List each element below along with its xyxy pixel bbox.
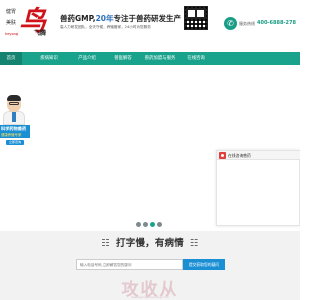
slogan-highlight: 20年 [95,14,114,23]
hotline-number: 400-6888-278 [257,20,296,26]
doctor-consult-card[interactable]: 科学药物兽药 健康养殖专家 立即咨询 [0,94,30,146]
phone-icon: ✆ [224,17,237,30]
header-slogan: 兽药GMP,20年专注于兽药研发生产 [60,13,181,24]
doctor-illustration-glasses [9,102,19,105]
grid-icon: ☷ [101,238,111,249]
watermark-url: www.gongshoucong.com [131,295,169,299]
doctor-illustration-hair [7,95,21,101]
doctor-consult-button[interactable]: 立即咨询 [6,140,24,145]
nav-item-online-consult[interactable]: 在线咨询 [181,52,211,65]
carousel-dot[interactable] [157,222,162,227]
doctor-banner-subtitle: 健康养殖专家 [1,133,22,137]
doctor-illustration-tie [12,112,16,122]
band-title: ☷ 打字慢，有病情 ☷ [0,235,300,249]
nav-item-franchise[interactable]: 兽药加盟与服务 [141,52,179,65]
logo-text-top: 健胃 [6,9,17,15]
slogan-prefix: 兽药GMP, [60,14,96,23]
nav-item-vet-answers[interactable]: 兽医解答 [108,52,138,65]
carousel-dot[interactable] [136,222,141,227]
submit-button[interactable]: 提交获取您的疑问 [183,259,225,270]
nav-item-home[interactable]: 首页 [0,52,22,65]
doctor-card-banner: 科学药物兽药 健康养殖专家 [0,125,30,138]
widget-header[interactable]: 在线咨询兽药 [217,151,300,160]
qr-code-image [184,6,208,30]
phone-input[interactable] [76,259,183,270]
consult-band: ☷打字慢，有病情☷ 提交获取您的疑问 攻收从 www.gongshoucong.… [0,231,300,300]
carousel-dot[interactable] [143,222,148,227]
main-nav: 首页 疾病知识 产品介绍 兽医解答 兽药加盟与服务 在线咨询 [0,52,300,65]
hotline-label: 服务热线 [239,21,255,26]
header-slogan-sub: 高人力研发团队，全天守候，养殖管家，24小时为您服务 [60,25,151,29]
grid-icon: ☷ [189,238,199,249]
band-title-text: 打字慢，有病情 [116,238,184,249]
site-logo[interactable]: 健胃 美肤 heyong 鸟 飞腾 [4,8,48,42]
logo-mark-suffix: 飞腾 [34,30,47,37]
online-consult-widget[interactable]: 在线咨询兽药 [216,150,300,226]
widget-title: 在线咨询兽药 [228,153,251,158]
page: 健胃 美肤 heyong 鸟 飞腾 兽药GMP,20年专注于兽药研发生产 高人力… [0,0,300,300]
hotline[interactable]: ✆ 服务热线 400-6888-278 [224,17,298,33]
carousel-dot-active[interactable] [150,222,155,227]
nav-item-products[interactable]: 产品介绍 [72,52,102,65]
carousel-indicators [136,222,166,228]
chat-icon [219,152,226,159]
slogan-suffix: 专注于兽药研发生产 [113,14,182,23]
logo-text-english: heyong [5,32,19,36]
site-header: 健胃 美肤 heyong 鸟 飞腾 兽药GMP,20年专注于兽药研发生产 高人力… [0,0,300,48]
logo-text-middle: 美肤 [6,20,17,26]
nav-item-disease-knowledge[interactable]: 疾病知识 [34,52,64,65]
